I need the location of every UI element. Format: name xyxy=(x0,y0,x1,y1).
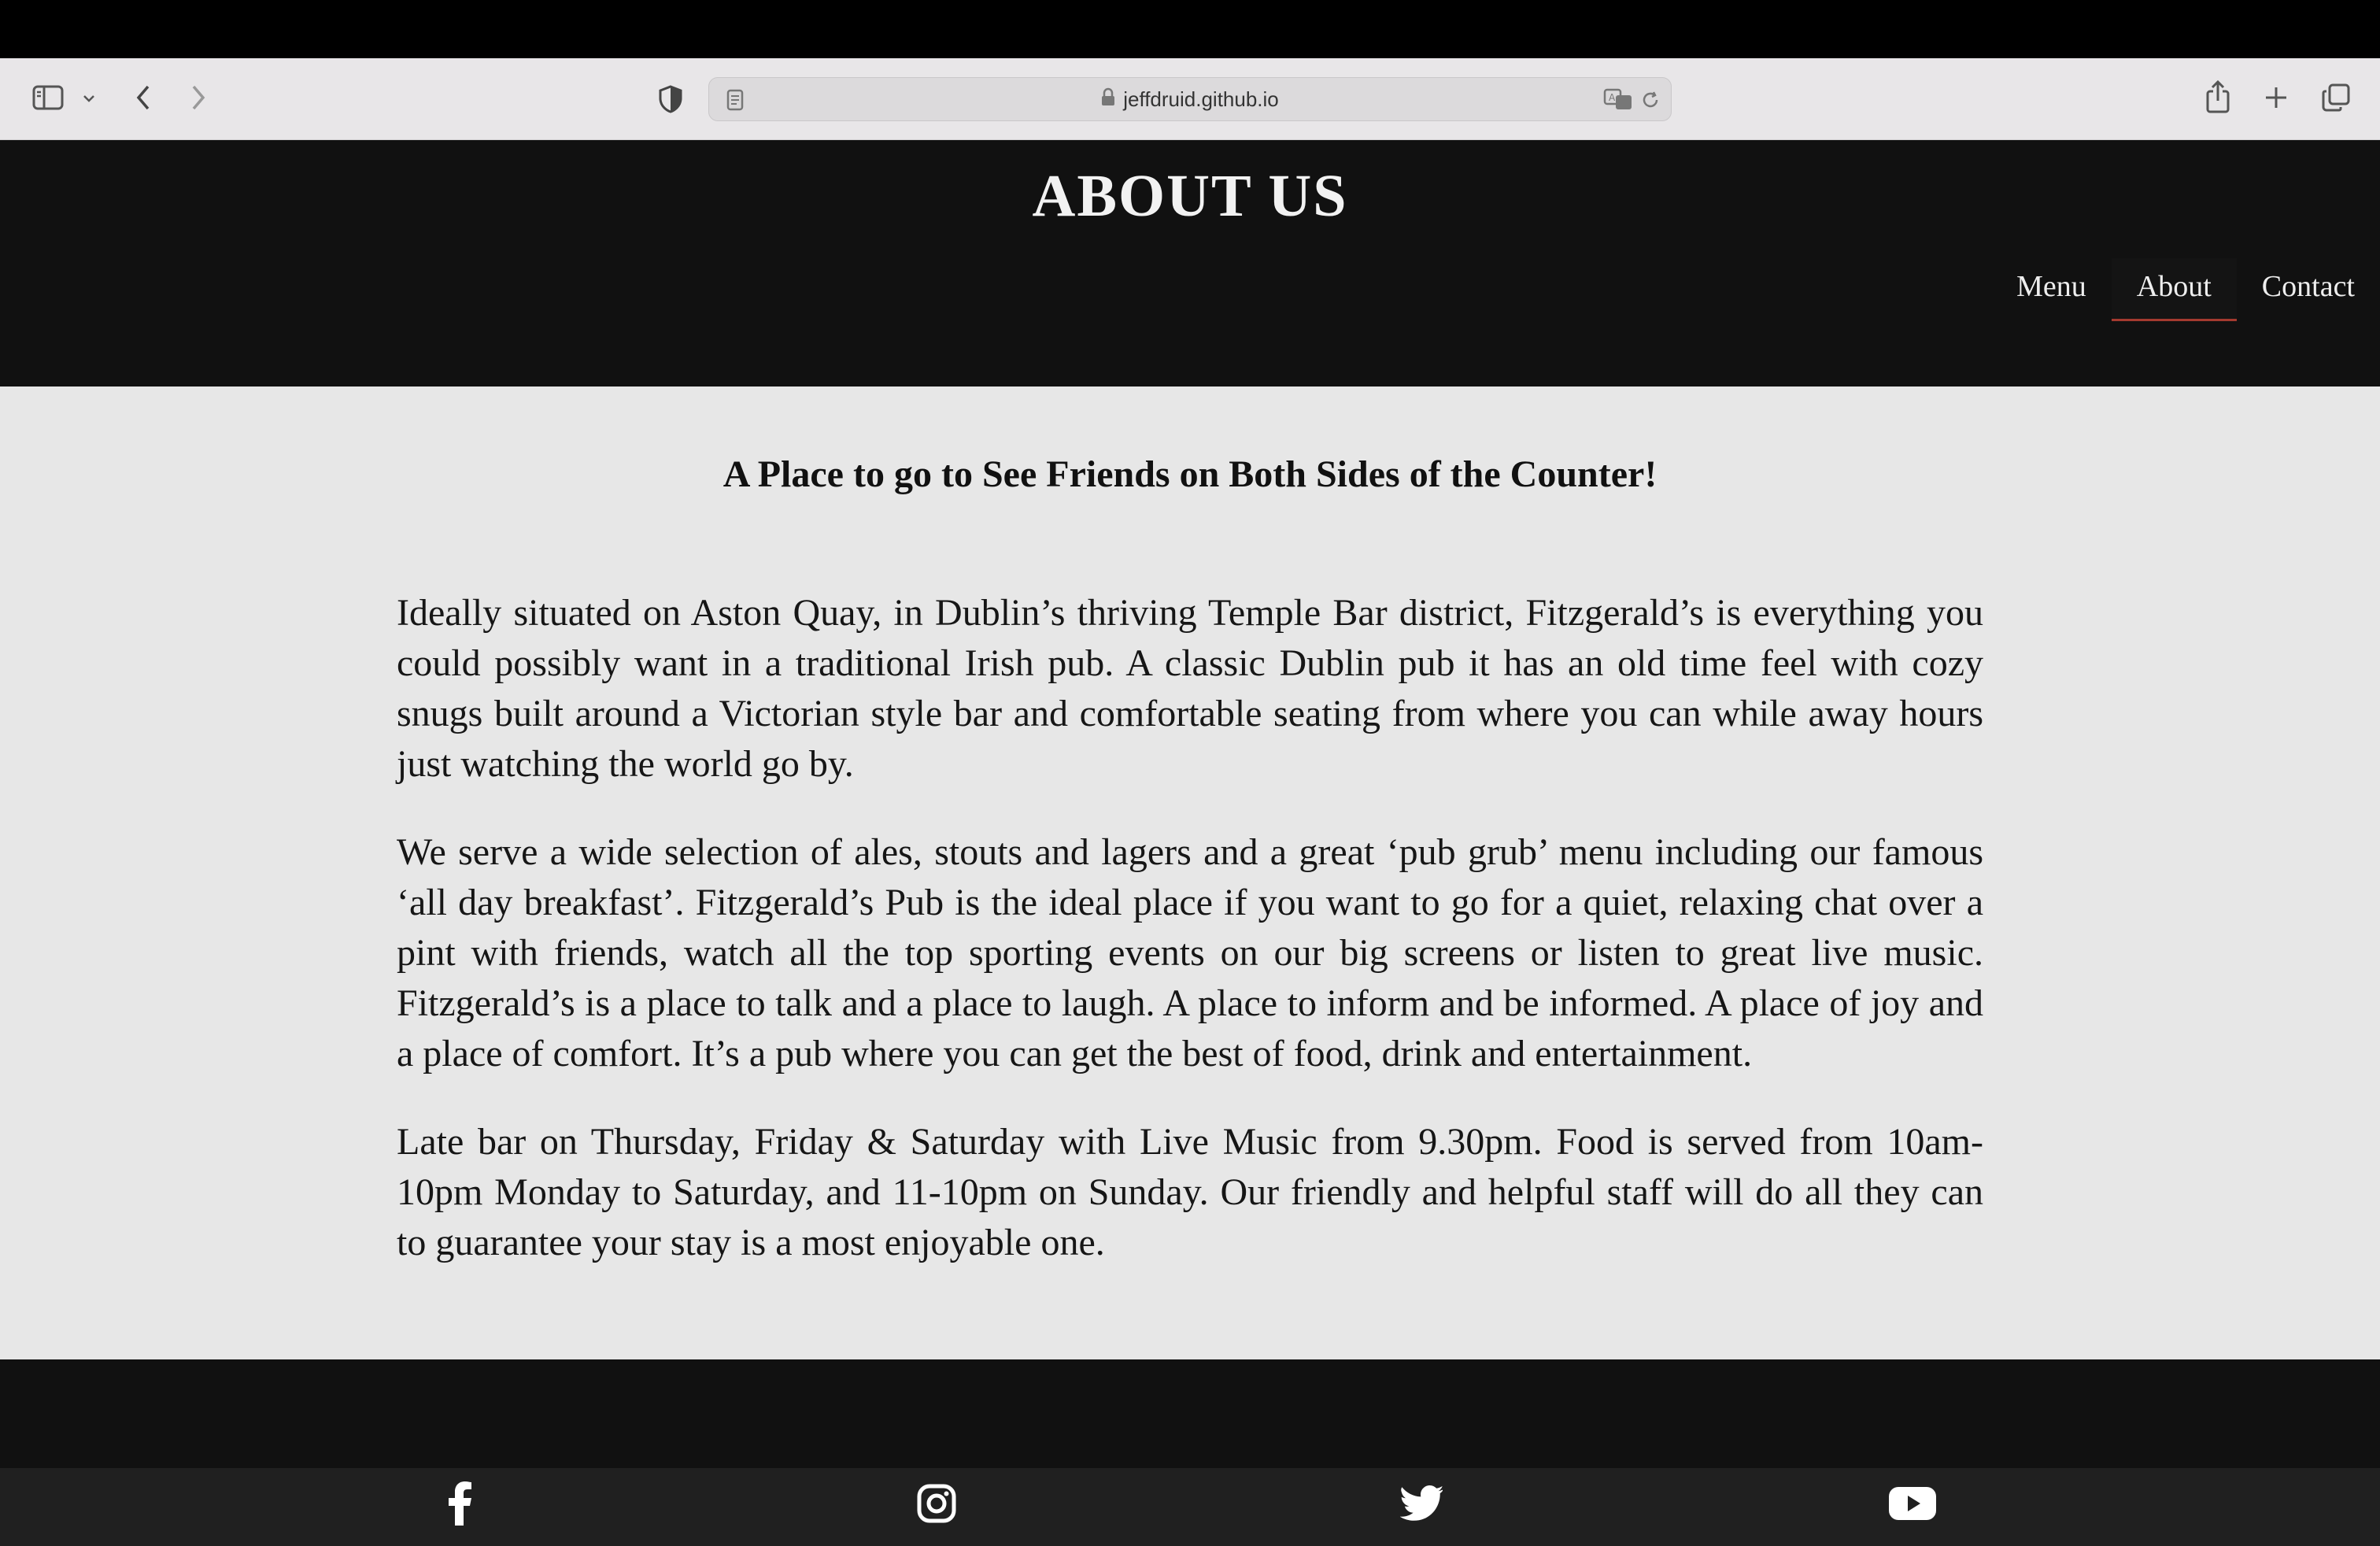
main-content: A Place to go to See Friends on Both Sid… xyxy=(0,386,2380,1359)
nav-item-menu[interactable]: Menu xyxy=(1991,258,2112,321)
svg-text:A: A xyxy=(1609,92,1616,103)
nav-item-contact[interactable]: Contact xyxy=(2237,258,2380,321)
browser-toolbar: jeffdruid.github.io A xyxy=(0,58,2380,140)
main-nav: Menu About Contact xyxy=(1991,258,2380,321)
page-title: ABOUT US xyxy=(1032,163,1348,229)
site-header: ABOUT US Menu About Contact xyxy=(0,140,2380,386)
youtube-icon[interactable] xyxy=(1889,1480,1936,1527)
chevron-down-icon[interactable] xyxy=(79,88,99,109)
shield-icon[interactable] xyxy=(655,82,686,117)
lock-icon xyxy=(1101,87,1115,112)
sidebar-icon[interactable] xyxy=(30,82,66,113)
footer-spacer xyxy=(0,1359,2380,1468)
tabs-overview-icon[interactable] xyxy=(2320,82,2352,113)
facebook-icon[interactable] xyxy=(436,1480,483,1527)
instagram-icon[interactable] xyxy=(913,1480,960,1527)
twitter-icon[interactable] xyxy=(1398,1480,1445,1527)
reload-icon[interactable] xyxy=(1638,87,1663,113)
share-icon[interactable] xyxy=(2202,77,2234,117)
system-top-bar xyxy=(0,0,2380,58)
paragraph: Late bar on Thursday, Friday & Saturday … xyxy=(397,1121,1983,1263)
translate-icon[interactable]: A xyxy=(1602,86,1635,113)
forward-arrow-icon[interactable] xyxy=(184,80,213,115)
url-display: jeffdruid.github.io xyxy=(709,78,1671,120)
tagline: A Place to go to See Friends on Both Sid… xyxy=(722,453,1658,495)
url-text: jeffdruid.github.io xyxy=(1123,87,1279,111)
social-footer xyxy=(0,1468,2380,1546)
about-article: Ideally situated on Aston Quay, in Dubli… xyxy=(397,588,1983,1306)
paragraph: Ideally situated on Aston Quay, in Dubli… xyxy=(397,592,1983,785)
paragraph: We serve a wide selection of ales, stout… xyxy=(397,831,1983,1074)
plus-icon[interactable] xyxy=(2260,82,2292,113)
back-arrow-icon[interactable] xyxy=(129,80,157,115)
address-bar[interactable]: jeffdruid.github.io A xyxy=(708,77,1672,121)
nav-item-about[interactable]: About xyxy=(2111,258,2237,321)
